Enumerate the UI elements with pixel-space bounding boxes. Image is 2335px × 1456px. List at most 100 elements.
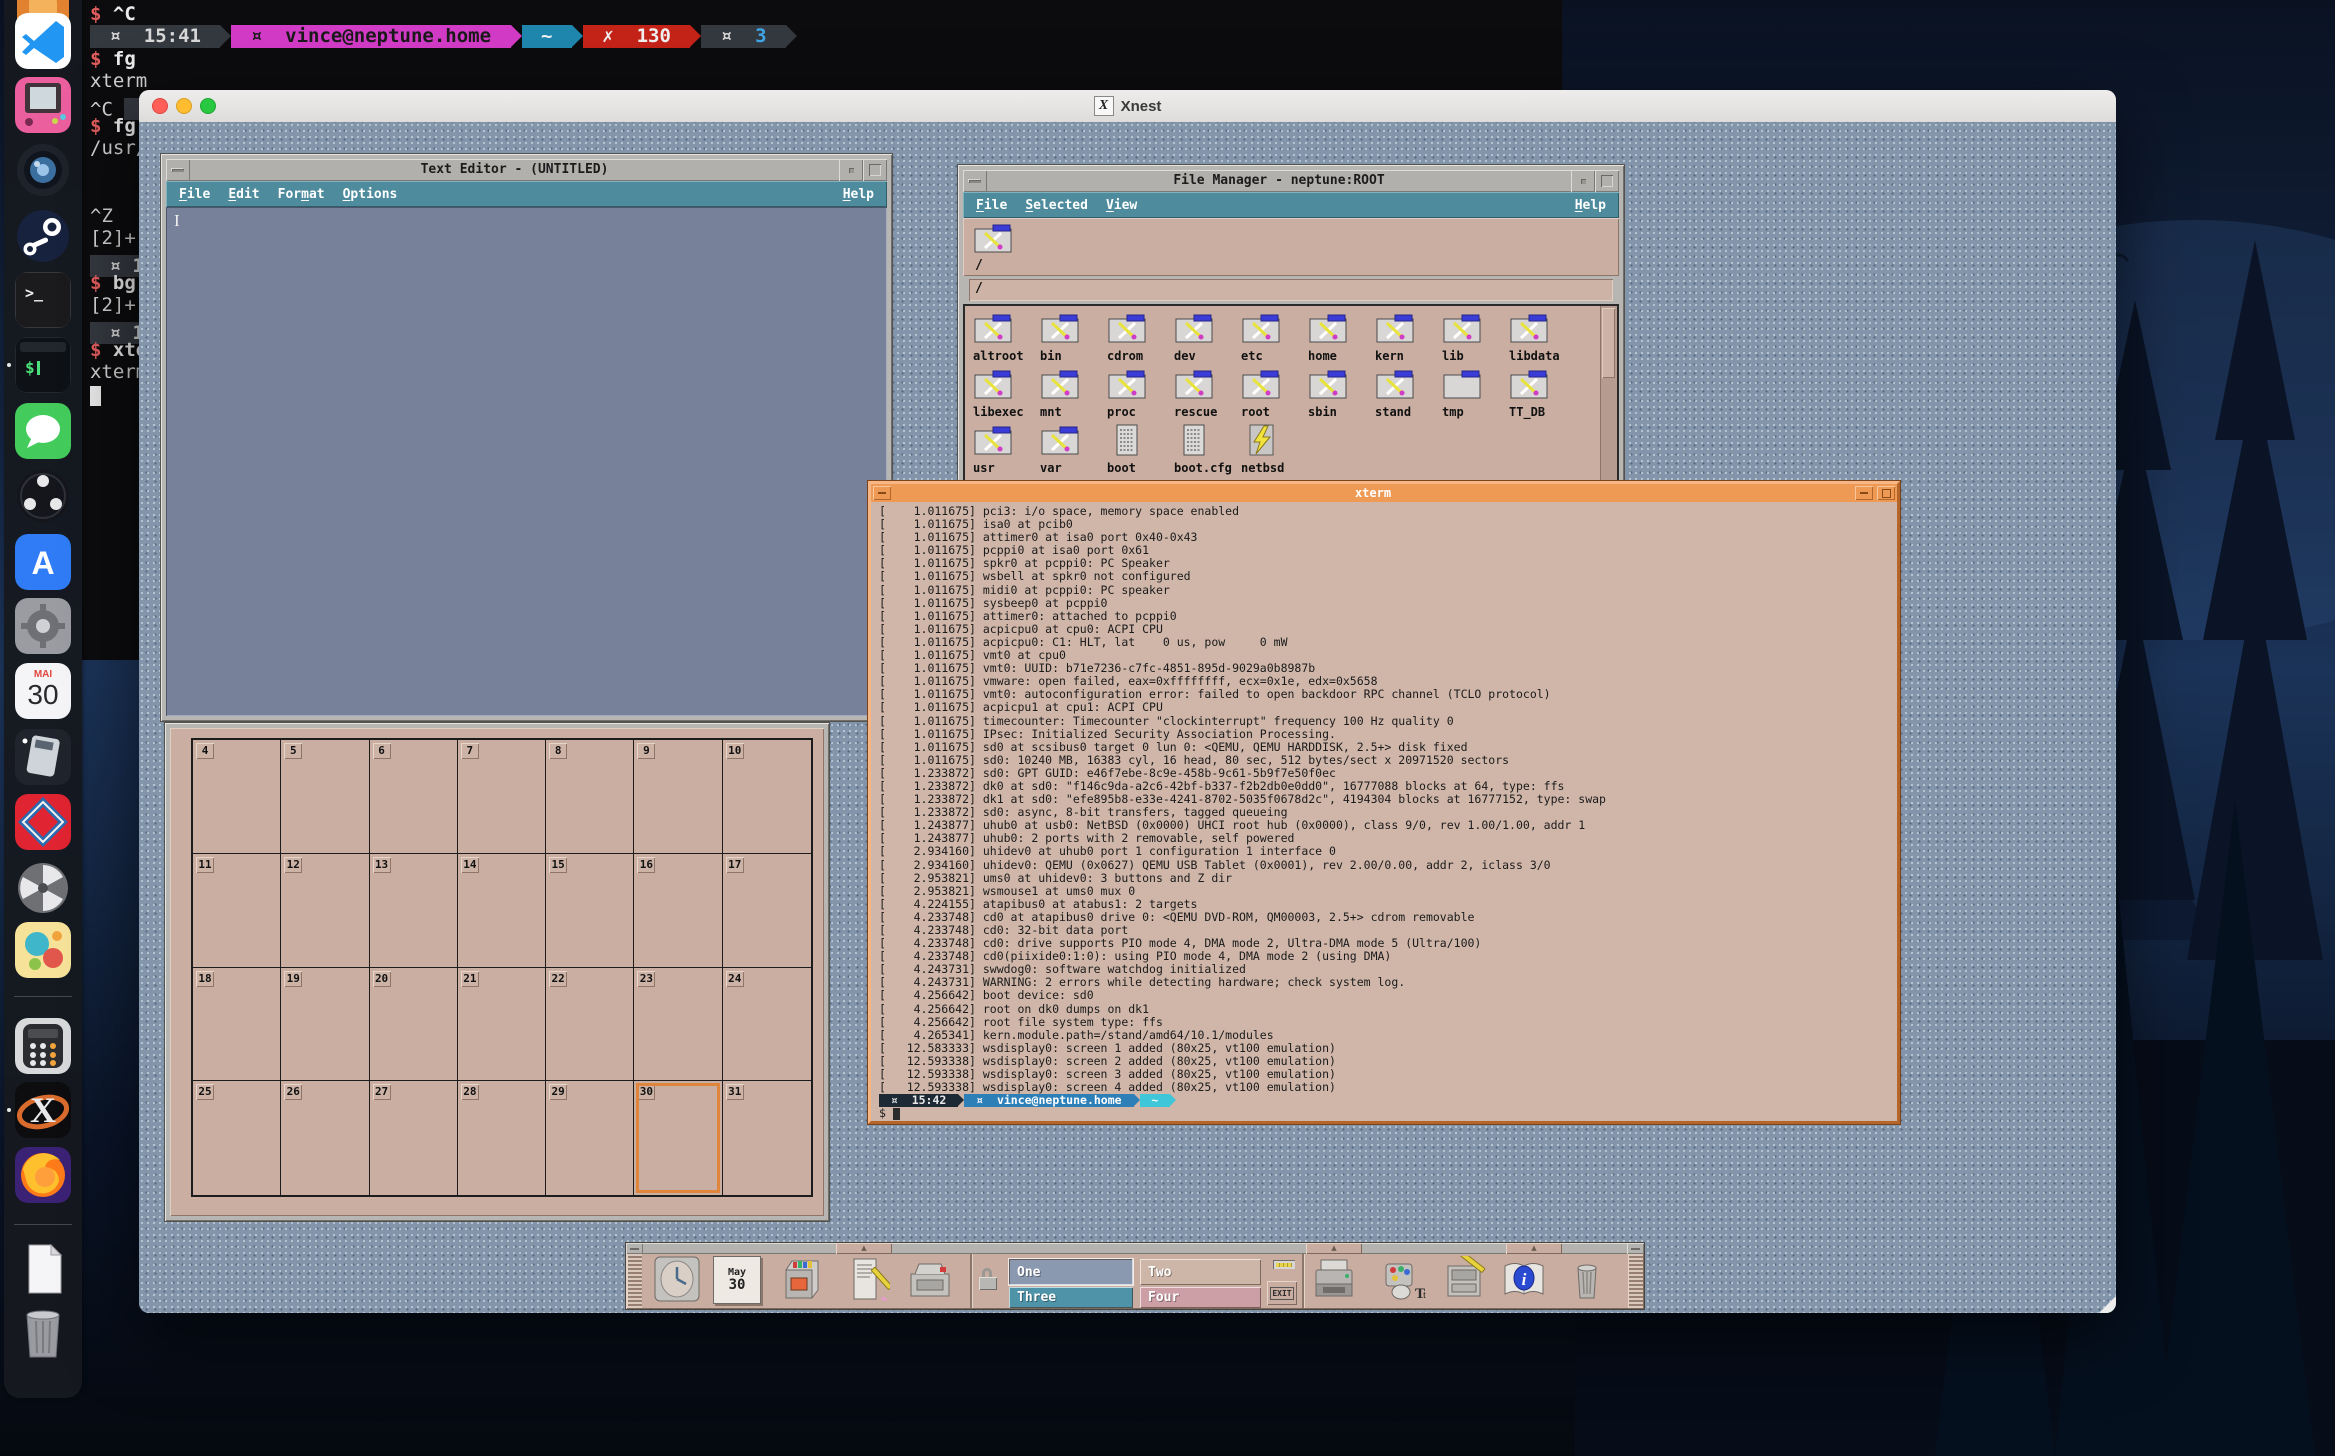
day-button-23[interactable]: 23 [637,971,655,987]
window-menu-button[interactable] [166,159,190,181]
calendar-cell-20[interactable]: 20 [370,968,458,1082]
lock-display-icon[interactable] [978,1267,998,1291]
workspace-button-four[interactable]: Four [1140,1287,1261,1308]
xterm-titlebar[interactable]: xterm [871,484,1897,502]
file-icon-TT_DB[interactable]: TT_DB [1509,368,1575,419]
day-button-9[interactable]: 9 [637,743,655,759]
calendar-cell-4[interactable]: 4 [193,740,281,854]
calendar-cell-23[interactable]: 23 [634,968,722,1082]
minimize-button[interactable] [1571,170,1595,192]
calendar-window[interactable]: 4567891011121314151617181920212223242526… [164,722,830,1222]
day-button-12[interactable]: 12 [284,857,302,873]
xterm-window[interactable]: xterm [ 1.011675] pci3: i/o space, memor… [868,481,1900,1124]
day-button-14[interactable]: 14 [461,857,479,873]
file-icon-boot[interactable]: boot [1107,424,1173,475]
menu-edit[interactable]: Edit [219,185,268,204]
window-menu-button[interactable] [873,486,891,500]
file-icon-sbin[interactable]: sbin [1308,368,1374,419]
dock-icon-color-wheel[interactable] [15,860,71,916]
resize-grip[interactable] [2099,1296,2116,1313]
dock-icon-toca-app[interactable] [15,922,71,978]
file-icon-var[interactable]: var [1040,424,1106,475]
scrollbar-thumb[interactable] [1602,308,1615,378]
cde-desktop[interactable]: 4567891011121314151617181920212223242526… [139,122,2116,1313]
menu-format[interactable]: Format [269,185,334,204]
day-button-19[interactable]: 19 [284,971,302,987]
dock-icon-messages[interactable] [15,403,71,459]
clock-icon[interactable] [654,1256,700,1302]
calendar-cell-21[interactable]: 21 [458,968,546,1082]
calendar-cell-30[interactable]: 30 [634,1081,722,1195]
day-button-4[interactable]: 4 [196,743,214,759]
current-folder-icon[interactable] [973,222,1013,258]
workspace-button-one[interactable]: One [1009,1259,1133,1285]
day-button-27[interactable]: 27 [373,1084,391,1100]
panel-menu-button[interactable] [626,1243,643,1254]
dock-icon-firefox[interactable] [15,1147,71,1203]
applications-icon[interactable] [1442,1256,1488,1302]
panel-move-handle[interactable] [627,1254,642,1308]
dock-icon-gameboy-emulator[interactable] [15,77,71,133]
file-icon-boot.cfg[interactable]: boot.cfg [1174,424,1240,475]
calendar-cell-28[interactable]: 28 [458,1081,546,1195]
panel-move-handle[interactable] [1628,1254,1643,1308]
text-editor-titlebar[interactable]: Text Editor - (UNTITLED) [166,159,887,181]
dock-icon-terminal[interactable]: >_ [15,272,71,328]
file-manager-titlebar[interactable]: File Manager - neptune:ROOT [963,170,1619,192]
text-editor-content[interactable]: I [166,207,887,716]
day-button-28[interactable]: 28 [461,1084,479,1100]
file-icon-proc[interactable]: proc [1107,368,1173,419]
calendar-cell-9[interactable]: 9 [634,740,722,854]
subpanel-arrow-tab[interactable]: ▲ [1306,1243,1362,1254]
calendar-cell-7[interactable]: 7 [458,740,546,854]
day-button-15[interactable]: 15 [549,857,567,873]
day-button-10[interactable]: 10 [726,743,744,759]
subpanel-arrow-tab[interactable]: ▲ [1506,1243,1562,1254]
day-button-13[interactable]: 13 [373,857,391,873]
calendar-cell-15[interactable]: 15 [546,854,634,968]
file-icon-home[interactable]: home [1308,312,1374,363]
day-button-6[interactable]: 6 [373,743,391,759]
calendar-cell-14[interactable]: 14 [458,854,546,968]
calendar-cell-12[interactable]: 12 [281,854,369,968]
day-button-21[interactable]: 21 [461,971,479,987]
xnest-window[interactable]: X Xnest 45678910111213141516171819202122… [139,90,2116,1313]
minimize-button[interactable] [839,159,863,181]
menu-selected[interactable]: Selected [1016,196,1097,215]
day-button-5[interactable]: 5 [284,743,302,759]
minimize-button[interactable] [176,98,192,114]
zoom-button[interactable] [200,98,216,114]
exit-button[interactable]: EXIT [1267,1281,1297,1305]
calendar-cell-5[interactable]: 5 [281,740,369,854]
dock-icon-obs[interactable] [15,468,71,524]
help-viewer-icon[interactable]: i [1501,1256,1547,1302]
notes-icon[interactable] [844,1256,890,1302]
window-menu-button[interactable] [963,170,987,192]
file-icon-altroot[interactable]: altroot [973,312,1039,363]
calendar-cell-8[interactable]: 8 [546,740,634,854]
menu-file[interactable]: File [967,196,1016,215]
day-button-7[interactable]: 7 [461,743,479,759]
day-button-20[interactable]: 20 [373,971,391,987]
dock-icon-calculator[interactable] [15,1018,71,1074]
dock-icon-iterm[interactable]: $ [15,337,71,393]
mail-icon[interactable] [907,1256,953,1302]
dock-icon-trash-bin[interactable] [15,1305,71,1361]
calendar-cell-24[interactable]: 24 [723,968,811,1082]
file-icon-dev[interactable]: dev [1174,312,1240,363]
day-button-29[interactable]: 29 [549,1084,567,1100]
panel-calendar-icon[interactable]: May30 [713,1256,761,1304]
panel-menu-button[interactable] [1627,1243,1644,1254]
calendar-cell-16[interactable]: 16 [634,854,722,968]
style-manager-icon[interactable]: Tt [1383,1256,1429,1302]
maximize-button[interactable] [1877,486,1895,500]
xnest-titlebar[interactable]: X Xnest [139,90,2116,123]
file-icon-libexec[interactable]: libexec [973,368,1039,419]
file-icon-mnt[interactable]: mnt [1040,368,1106,419]
file-icon-cdrom[interactable]: cdrom [1107,312,1173,363]
day-button-31[interactable]: 31 [726,1084,744,1100]
file-icon-kern[interactable]: kern [1375,312,1441,363]
dock-icon-document[interactable] [15,1241,71,1297]
dock-icon-camera-lens[interactable] [15,142,71,198]
path-field[interactable]: / [969,279,1613,301]
